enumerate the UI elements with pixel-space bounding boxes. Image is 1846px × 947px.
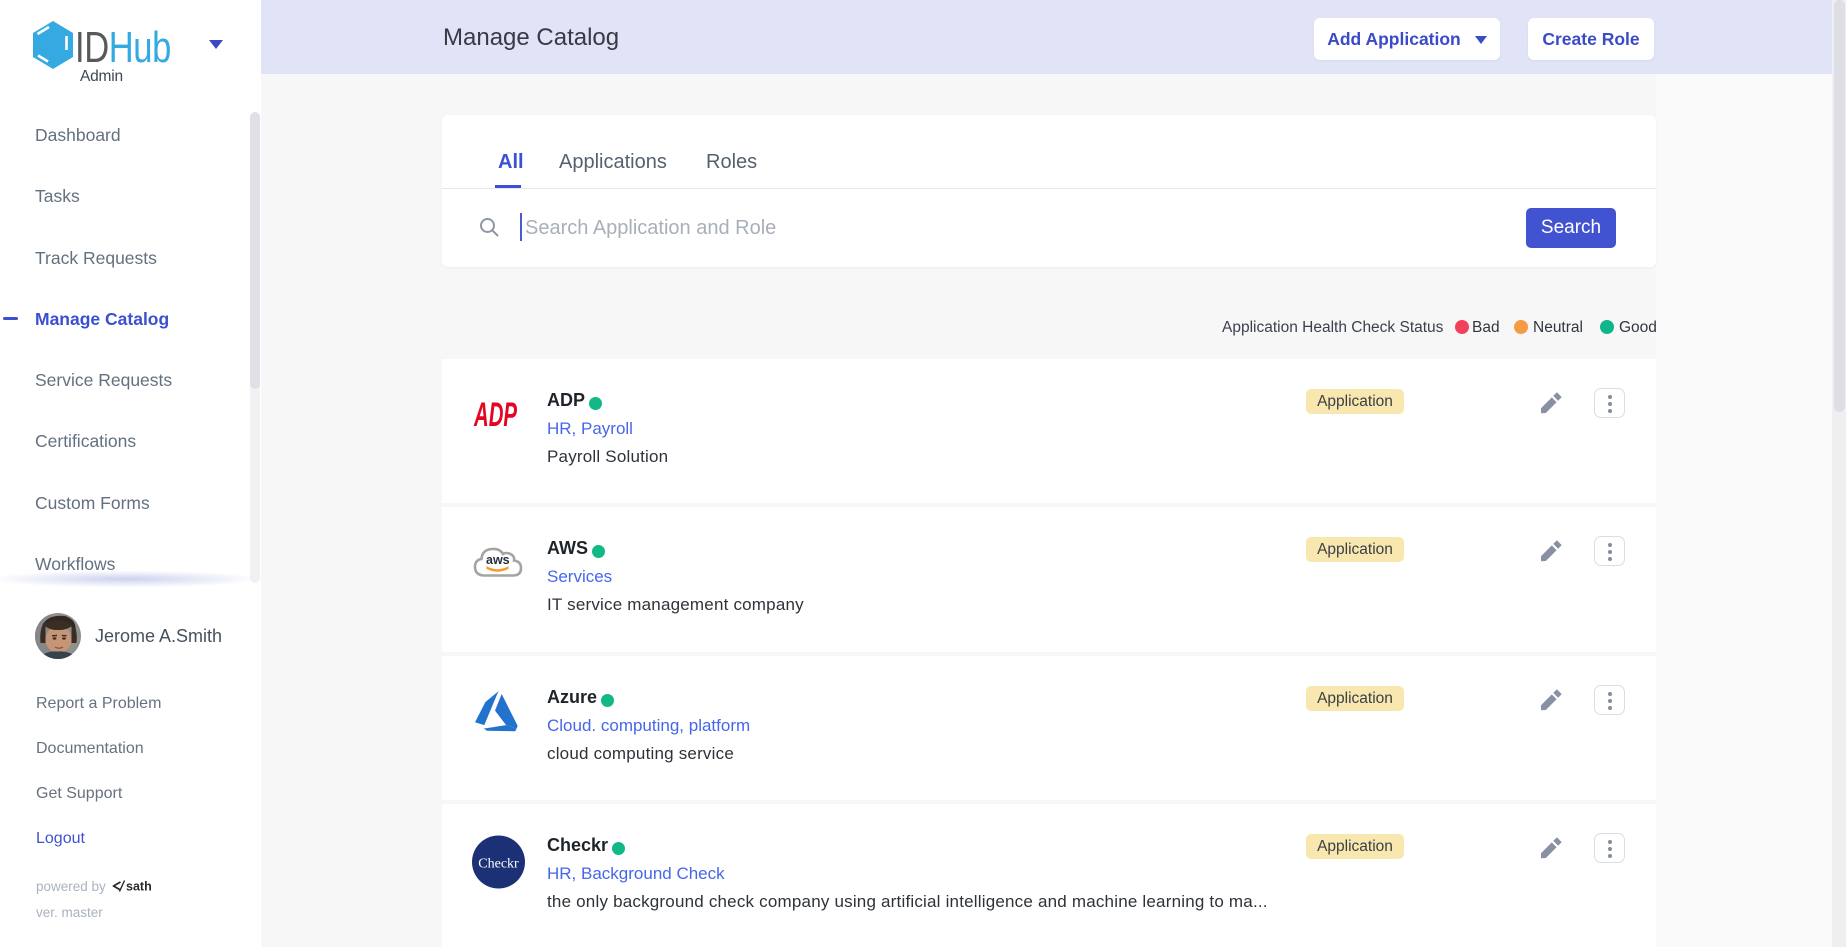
svg-text:sath: sath [126, 880, 152, 894]
svg-text:ADP: ADP [473, 401, 517, 427]
svg-text:aws: aws [486, 553, 510, 567]
svg-text:Checkr: Checkr [478, 856, 519, 871]
